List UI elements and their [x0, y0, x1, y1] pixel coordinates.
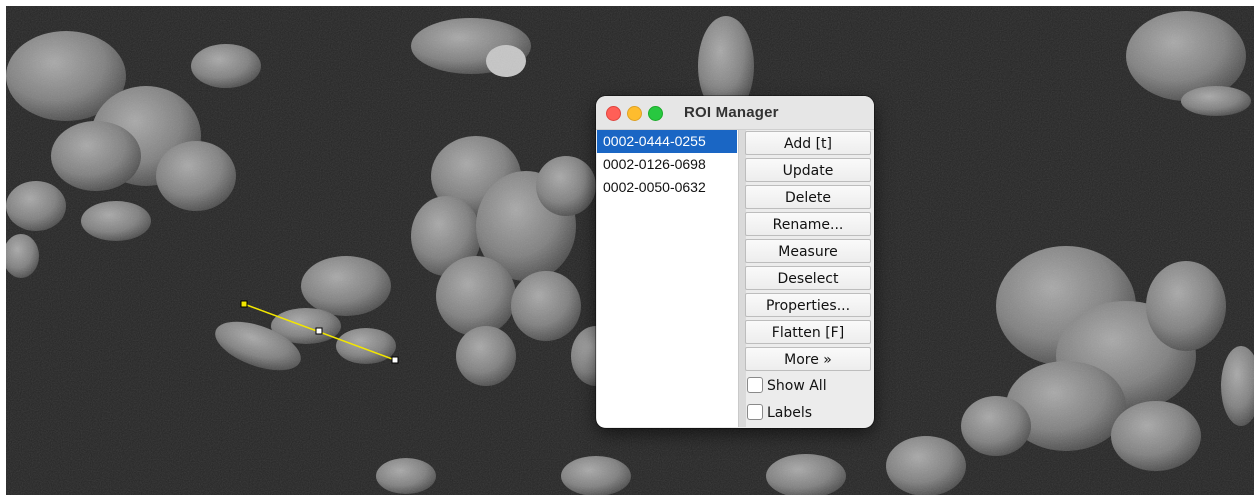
- show-all-checkbox-box[interactable]: [747, 377, 763, 393]
- close-window-button[interactable]: [606, 106, 621, 121]
- window-title: ROI Manager: [684, 104, 779, 121]
- zoom-window-button[interactable]: [648, 106, 663, 121]
- roi-start-handle[interactable]: [240, 300, 248, 308]
- roi-mid-handle[interactable]: [315, 327, 323, 335]
- deselect-button[interactable]: Deselect: [745, 266, 871, 290]
- minimize-window-button[interactable]: [627, 106, 642, 121]
- measure-button[interactable]: Measure: [745, 239, 871, 263]
- more-button[interactable]: More »: [745, 347, 871, 371]
- button-panel: Add [t] Update Delete Rename... Measure …: [745, 131, 873, 428]
- window-titlebar[interactable]: ROI Manager: [596, 96, 874, 130]
- flatten-button[interactable]: Flatten [F]: [745, 320, 871, 344]
- labels-label: Labels: [767, 405, 813, 421]
- roi-list-item[interactable]: 0002-0126-0698: [597, 153, 738, 176]
- roi-manager-window: ROI Manager 0002-0444-0255 0002-0126-069…: [596, 96, 874, 428]
- delete-button[interactable]: Delete: [745, 185, 871, 209]
- labels-checkbox-box[interactable]: [747, 404, 763, 420]
- show-all-checkbox[interactable]: Show All: [745, 374, 873, 398]
- roi-list-item[interactable]: 0002-0444-0255: [597, 130, 737, 153]
- labels-checkbox[interactable]: Labels: [745, 401, 873, 425]
- show-all-label: Show All: [767, 378, 827, 394]
- roi-end-handle[interactable]: [391, 356, 399, 364]
- properties-button[interactable]: Properties...: [745, 293, 871, 317]
- roi-list-item[interactable]: 0002-0050-0632: [597, 176, 738, 199]
- roi-list[interactable]: 0002-0444-0255 0002-0126-0698 0002-0050-…: [597, 130, 738, 427]
- rename-button[interactable]: Rename...: [745, 212, 871, 236]
- update-button[interactable]: Update: [745, 158, 871, 182]
- add-button[interactable]: Add [t]: [745, 131, 871, 155]
